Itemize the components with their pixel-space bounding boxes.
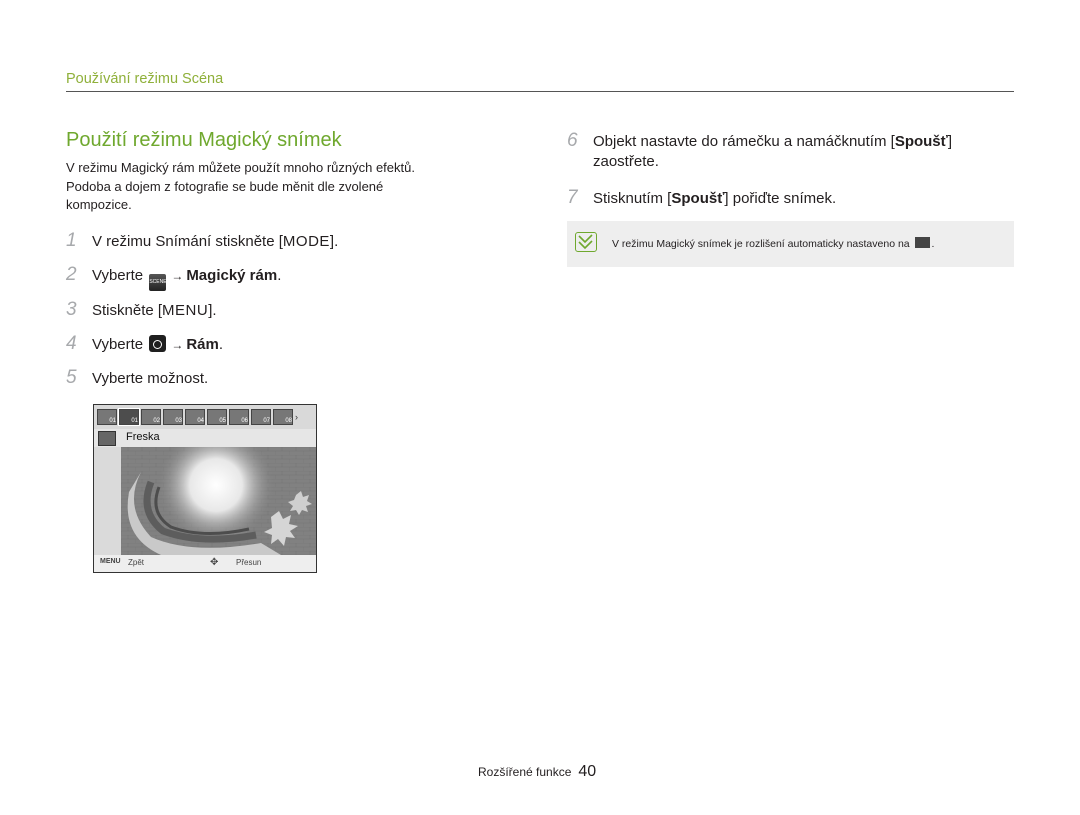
step-number: 7 — [567, 187, 578, 208]
menu-key: MENU — [162, 302, 209, 319]
preview-image — [121, 447, 316, 555]
note-box: V režimu Magický snímek je rozlišení aut… — [567, 221, 1014, 267]
shutter-key: Spoušť — [671, 190, 725, 207]
step-6: 6 Objekt nastavte do rámečku a namáčknutí… — [567, 130, 952, 152]
step-text-end: . — [277, 267, 282, 284]
resolution-icon — [914, 237, 930, 248]
arrow-icon: → — [171, 338, 184, 352]
step-6-line2: zaostřete. — [593, 153, 659, 170]
back-label: Zpět — [128, 558, 145, 567]
step-2: 2 Vyberte SCENE → Magický rám. — [66, 264, 281, 291]
footer-label: Rozšířené funkce — [478, 765, 572, 779]
intro-line: V režimu Magický rám můžete použít mnoho… — [66, 160, 415, 175]
step-number: 3 — [66, 299, 77, 320]
side-strip — [94, 447, 121, 555]
intro-line: kompozice. — [66, 197, 132, 212]
option-name: Magický rám — [186, 267, 278, 284]
arrow-icon: → — [171, 269, 184, 283]
step-text: Stisknutím [ — [593, 190, 672, 207]
frame-thumb[interactable]: 02 — [141, 409, 161, 425]
intro-line: Podoba a dojem z fotografie se bude měni… — [66, 178, 384, 194]
step-number: 2 — [66, 264, 77, 285]
frame-name-row: Freska — [94, 429, 316, 447]
step-text-end: ]. — [329, 233, 339, 250]
header-divider — [66, 91, 1014, 92]
shutter-key: Spoušť — [894, 133, 948, 150]
frame-thumb[interactable]: 05 — [207, 409, 227, 425]
note-text: V režimu Magický snímek je rozlišení aut… — [612, 237, 935, 250]
step-text-end: ] — [947, 133, 953, 150]
frame-thumb[interactable]: 07 — [251, 409, 271, 425]
step-text-end: . — [218, 336, 223, 353]
step-7: 7 Stisknutím [Spoušť] pořiďte snímek. — [567, 187, 836, 209]
step-number: 1 — [66, 230, 77, 251]
mode-key: MODE — [282, 233, 330, 250]
frame-thumb[interactable]: 01 — [97, 409, 117, 425]
frame-name: Freska — [126, 431, 160, 443]
screen-bottom-bar: MENU Zpět ✥ Přesun — [94, 555, 316, 572]
frame-selector: 01 01 02 03 04 05 06 07 08 › — [94, 405, 316, 429]
menu-key-label: MENU — [100, 558, 121, 565]
step-text: Vyberte možnost. — [92, 370, 209, 387]
step-4: 4 Vyberte → Rám. — [66, 333, 223, 355]
step-5: 5 Vyberte možnost. — [66, 367, 208, 389]
frame-thumb[interactable]: 03 — [163, 409, 183, 425]
option-name: Rám — [186, 336, 219, 353]
frame-thumb-selected[interactable]: 01 — [118, 408, 140, 426]
section-heading: Používání režimu Scéna — [66, 71, 224, 87]
camera-screen: 01 01 02 03 04 05 06 07 08 › Freska MENU… — [93, 404, 317, 573]
page-number: 40 — [578, 763, 597, 780]
frame-thumb[interactable]: 04 — [185, 409, 205, 425]
step-text: Objekt nastavte do rámečku a namáčknutím… — [593, 133, 895, 150]
scene-icon: SCENE — [149, 274, 167, 291]
step-text: Vyberte — [92, 336, 144, 353]
note-icon — [575, 232, 597, 252]
frame-thumb[interactable]: 08 — [273, 409, 293, 425]
step-3: 3 Stiskněte [MENU]. — [66, 299, 217, 321]
step-number: 5 — [66, 367, 77, 388]
step-text-end: ] pořiďte snímek. — [724, 190, 837, 207]
step-text-end: ]. — [208, 302, 217, 319]
page-title: Použití režimu Magický snímek — [66, 129, 342, 151]
intro-paragraph: V režimu Magický rám můžete použít mnoho… — [66, 159, 486, 215]
chevron-right-icon[interactable]: › — [295, 412, 298, 422]
frame-thumb[interactable]: 06 — [229, 409, 249, 425]
step-text: Vyberte — [92, 267, 144, 284]
step-1: 1 V režimu Snímání stiskněte [MODE]. — [66, 230, 338, 252]
camera-icon — [149, 335, 167, 352]
move-icon: ✥ — [210, 557, 219, 568]
step-number: 4 — [66, 333, 77, 354]
step-text: V režimu Snímání stiskněte [ — [92, 233, 283, 250]
step-number: 6 — [567, 130, 578, 151]
frame-icon — [98, 431, 116, 446]
step-text: Stiskněte [ — [92, 302, 163, 319]
move-label: Přesun — [236, 558, 262, 567]
page-footer: Rozšířené funkce 40 — [478, 763, 596, 781]
